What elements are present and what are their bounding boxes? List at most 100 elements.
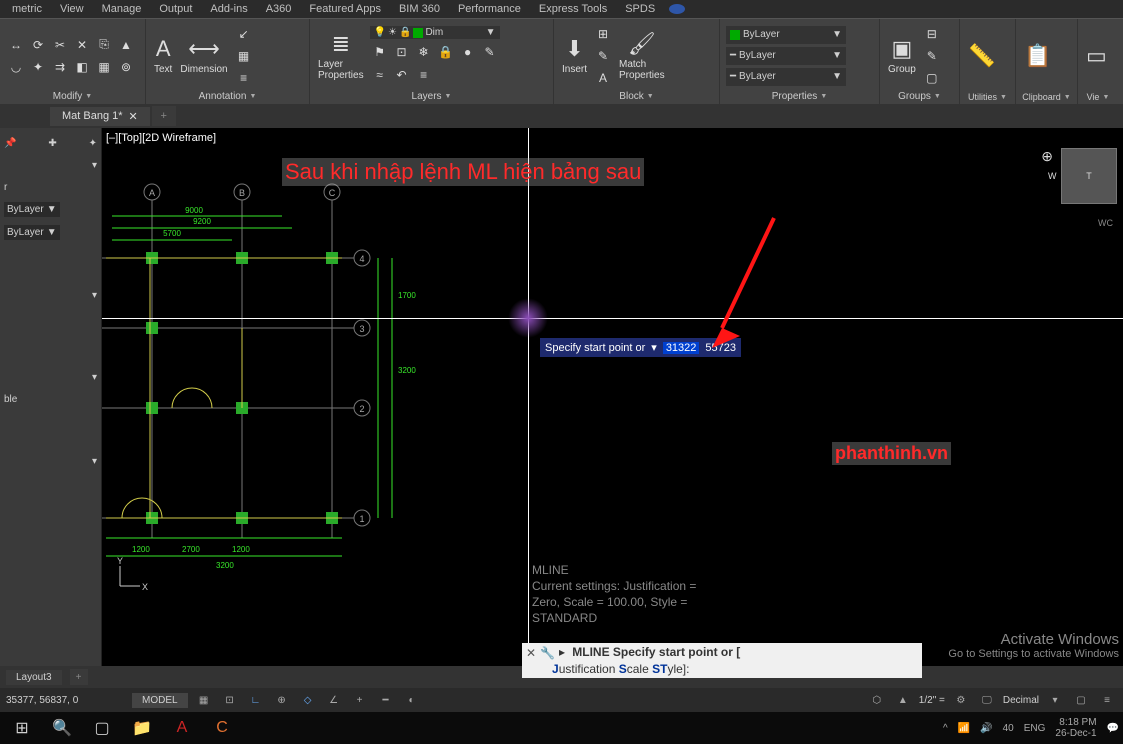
match-properties-button[interactable]: 🖌 Match Properties	[617, 29, 667, 83]
stretch-icon[interactable]: ⇉	[50, 57, 70, 77]
filter-icon[interactable]: ✦	[89, 138, 97, 149]
layer-lock-icon[interactable]: 🔒	[436, 42, 456, 62]
lwt-icon[interactable]: ━	[376, 691, 396, 709]
mtext-icon[interactable]: ≡	[234, 68, 254, 88]
layer-walk-icon[interactable]: ≡	[414, 65, 434, 85]
layer-state-icon[interactable]: ⚑	[370, 42, 390, 62]
camtasia-icon[interactable]: C	[204, 713, 240, 743]
menu-bim360[interactable]: BIM 360	[391, 3, 448, 15]
block-edit-icon[interactable]: ✎	[593, 46, 613, 66]
new-tab-button[interactable]: +	[152, 106, 176, 126]
trim-icon[interactable]: ✂	[50, 35, 70, 55]
dimension-button[interactable]: ⟷ Dimension	[178, 34, 229, 77]
nav-wheel-icon[interactable]: ⊕	[1041, 148, 1053, 165]
layer-freeze-icon[interactable]: ❄	[414, 42, 434, 62]
volume-icon[interactable]: 🔊	[980, 723, 992, 734]
pin-icon[interactable]: 📌	[4, 138, 16, 149]
coordinates[interactable]: 35377, 56837, 0	[6, 695, 126, 706]
transparency-icon[interactable]: ◐	[402, 691, 422, 709]
linetype-combo[interactable]: ━ByLayer▼	[726, 68, 846, 86]
viewcube[interactable]: W T	[1061, 148, 1117, 204]
panel-view-label[interactable]: Vie	[1084, 90, 1112, 104]
menu-metric[interactable]: metric	[4, 3, 50, 15]
layer-prev-icon[interactable]: ↶	[392, 65, 412, 85]
otrack-icon[interactable]: ∠	[324, 691, 344, 709]
explorer-icon[interactable]: 📁	[124, 713, 160, 743]
menu-view[interactable]: View	[52, 3, 92, 15]
group-edit-icon[interactable]: ✎	[922, 46, 942, 66]
block-attr-icon[interactable]: A	[593, 68, 613, 88]
cmd-opt-j[interactable]: J	[552, 662, 559, 676]
panel-clipboard-label[interactable]: Clipboard	[1022, 90, 1071, 104]
menu-express[interactable]: Express Tools	[531, 3, 615, 15]
wrench-icon[interactable]: 🔧	[540, 646, 555, 660]
annoscale-icon[interactable]: ▲	[893, 691, 913, 709]
layer-match-icon[interactable]: ≈	[370, 65, 390, 85]
workspace-icon[interactable]: ▾	[1045, 691, 1065, 709]
rotate-icon[interactable]: ⟳	[28, 35, 48, 55]
menu-manage[interactable]: Manage	[94, 3, 150, 15]
autocad-icon[interactable]: A	[164, 713, 200, 743]
battery-label[interactable]: 40	[1003, 723, 1014, 734]
offset-icon[interactable]: ⊚	[116, 57, 136, 77]
menu-a360[interactable]: A360	[258, 3, 300, 15]
viewport-label[interactable]: [–][Top][2D Wireframe]	[106, 132, 216, 144]
model-button[interactable]: MODEL	[132, 693, 188, 708]
lineweight-combo[interactable]: ━ByLayer▼	[726, 47, 846, 65]
app-indicator-icon[interactable]	[669, 4, 685, 14]
command-line-2[interactable]: Justification Scale STyle]:	[522, 660, 922, 678]
panel-modify-label[interactable]: Modify	[6, 89, 139, 104]
tray-up-icon[interactable]: ^	[943, 723, 948, 734]
clock-date[interactable]: 26-Dec-1	[1055, 728, 1096, 739]
add-layout-button[interactable]: +	[70, 669, 88, 685]
panel-properties-label[interactable]: Properties	[726, 89, 873, 104]
array-icon[interactable]: ▦	[94, 57, 114, 77]
panel-groups-label[interactable]: Groups	[886, 89, 953, 104]
layer-iso-icon[interactable]: ⊡	[392, 42, 412, 62]
search-icon[interactable]: 🔍	[44, 713, 80, 743]
table-icon[interactable]: ▦	[234, 46, 254, 66]
view-base-button[interactable]: ▭	[1084, 41, 1109, 71]
scale-label[interactable]: 1/2" =	[919, 695, 945, 706]
panel-annotation-label[interactable]: Annotation	[152, 89, 303, 104]
close-tab-icon[interactable]: ✕	[129, 110, 138, 123]
explode-icon[interactable]: ✦	[28, 57, 48, 77]
scale-icon[interactable]: ◧	[72, 57, 92, 77]
polar-icon[interactable]: ⊕	[272, 691, 292, 709]
close-cmdline-icon[interactable]: ✕	[526, 646, 536, 660]
group-bbox-icon[interactable]: ▢	[922, 68, 942, 88]
dropdown-icon[interactable]: ▾	[651, 341, 657, 354]
panel-block-label[interactable]: Block	[560, 89, 713, 104]
layer-combo[interactable]: 💡 ☀ 🔒 Dim ▼	[370, 26, 500, 39]
snap-icon[interactable]: ⊡	[220, 691, 240, 709]
clipboard-button[interactable]: 📋	[1022, 41, 1053, 71]
customize-icon[interactable]: ≡	[1097, 691, 1117, 709]
menu-featured[interactable]: Featured Apps	[301, 3, 389, 15]
menu-performance[interactable]: Performance	[450, 3, 529, 15]
panel-layers-label[interactable]: Layers	[316, 89, 547, 104]
iso-icon[interactable]: ⬡	[867, 691, 887, 709]
add-icon[interactable]: ✚	[48, 138, 56, 149]
gear-icon[interactable]: ⚙	[951, 691, 971, 709]
panel-utilities-label[interactable]: Utilities	[966, 90, 1009, 104]
grid-icon[interactable]: ▦	[194, 691, 214, 709]
wcs-label[interactable]: WC	[1098, 218, 1113, 228]
layer-properties-button[interactable]: ≣ Layer Properties	[316, 29, 366, 83]
ortho-icon[interactable]: ∟	[246, 691, 266, 709]
palette-row-bylayer2[interactable]: ByLayer▼	[2, 221, 99, 244]
start-icon[interactable]: ⊞	[4, 713, 40, 743]
fillet-icon[interactable]: ◡	[6, 57, 26, 77]
palette-row-ble[interactable]: ble	[2, 388, 99, 410]
osnap-icon[interactable]: ◇	[298, 691, 318, 709]
notification-icon[interactable]: 💬	[1107, 723, 1119, 734]
palette-row-layer[interactable]: r	[2, 176, 99, 198]
text-button[interactable]: A Text	[152, 34, 174, 77]
block-create-icon[interactable]: ⊞	[593, 24, 613, 44]
taskview-icon[interactable]: ▢	[84, 713, 120, 743]
copy-icon[interactable]: ⎘	[94, 35, 114, 55]
cmd-opt-st[interactable]: ST	[652, 662, 667, 676]
move-icon[interactable]: ↔	[6, 35, 26, 55]
color-combo[interactable]: ByLayer▼	[726, 26, 846, 44]
layer-off-icon[interactable]: ●	[458, 42, 478, 62]
menu-output[interactable]: Output	[151, 3, 200, 15]
